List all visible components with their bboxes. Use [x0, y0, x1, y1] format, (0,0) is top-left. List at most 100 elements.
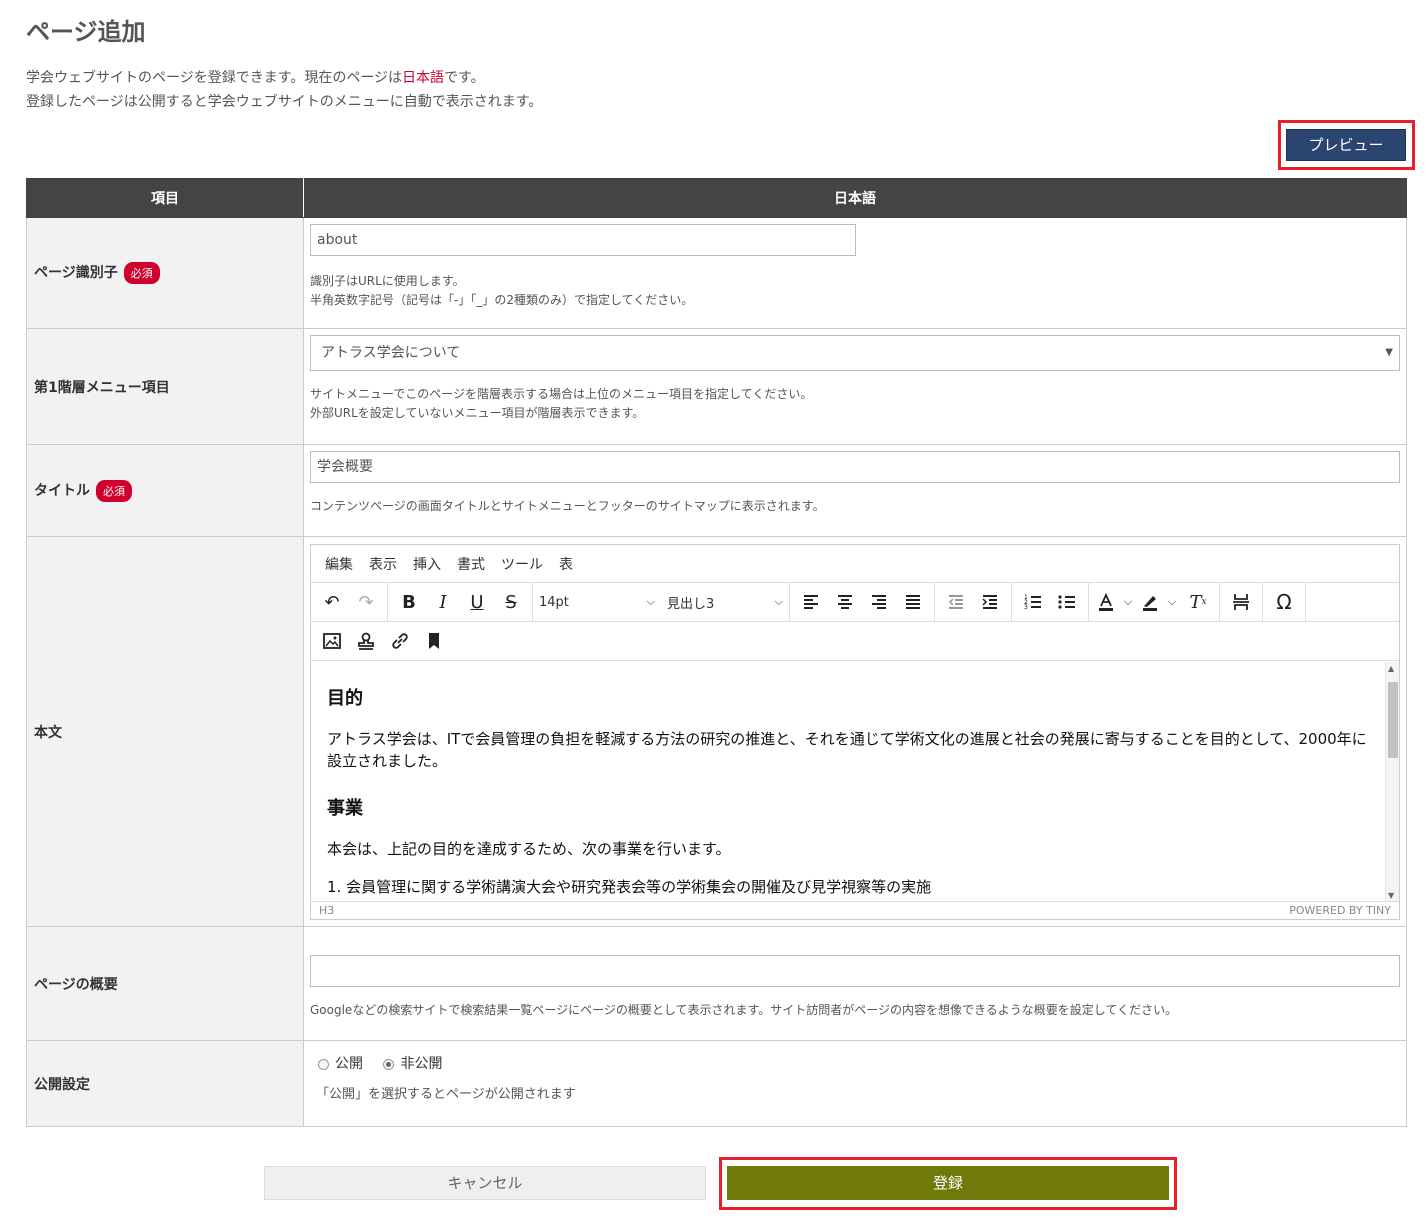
- editor-scrollbar[interactable]: ▲ ▼: [1385, 662, 1399, 902]
- block-format-value: 見出し3: [667, 596, 715, 612]
- title-input[interactable]: 学会概要: [310, 451, 1400, 483]
- title-help: コンテンツページの画面タイトルとサイトメニューとフッターのサイトマップに表示され…: [310, 499, 825, 513]
- summary-input[interactable]: [310, 955, 1400, 987]
- summary-help: Googleなどの検索サイトで検索結果一覧ページにページの概要として表示されます…: [310, 1003, 1178, 1017]
- align-left-icon[interactable]: [794, 587, 828, 617]
- content-list-item-1: 1. 会員管理に関する学術講演大会や研究発表会等の学術集会の開催及び見学視察等の…: [327, 878, 932, 896]
- menu-insert[interactable]: 挿入: [413, 554, 441, 574]
- bookmark-icon[interactable]: [417, 626, 451, 656]
- bullet-list-icon[interactable]: [1050, 587, 1084, 617]
- summary-label: ページの概要: [34, 976, 118, 993]
- identifier-input[interactable]: about: [310, 224, 856, 256]
- dropdown-arrow-icon: ▼: [1385, 347, 1393, 358]
- identifier-help-2: 半角英数字記号（記号は「-」「_」の2種類のみ）で指定してください。: [310, 293, 694, 307]
- intro-line1-post: です。: [444, 70, 485, 86]
- page-title: ページ追加: [26, 18, 146, 46]
- radio-public[interactable]: [318, 1058, 329, 1070]
- intro-line1-pre: 学会ウェブサイトのページを登録できます。現在のページは: [26, 70, 403, 86]
- chevron-down-icon: ⌵: [774, 595, 783, 608]
- parent-menu-selected: アトラス学会について: [321, 345, 461, 361]
- cancel-button[interactable]: キャンセル: [264, 1166, 706, 1200]
- content-heading-1: 目的: [327, 688, 363, 709]
- scroll-up-icon[interactable]: ▲: [1388, 664, 1394, 673]
- menu-table[interactable]: 表: [559, 554, 573, 574]
- submit-button[interactable]: 登録: [727, 1166, 1169, 1200]
- content-paragraph-2: 本会は、上記の目的を達成するため、次の事業を行います。: [327, 840, 731, 858]
- editor-toolbar-row2: [311, 622, 1399, 661]
- powered-by[interactable]: POWERED BY TINY: [1289, 904, 1391, 917]
- editor-menubar: 編集 表示 挿入 書式 ツール 表: [311, 545, 1399, 583]
- menu-edit[interactable]: 編集: [325, 554, 353, 574]
- align-right-icon[interactable]: [862, 587, 896, 617]
- text-color-icon[interactable]: [1093, 587, 1119, 617]
- font-size-dropdown[interactable]: 14pt ⌵: [533, 595, 661, 610]
- element-path[interactable]: H3: [319, 904, 334, 917]
- special-char-icon[interactable]: Ω: [1267, 587, 1301, 617]
- chevron-down-icon[interactable]: ⌵: [1163, 587, 1181, 617]
- title-value-cell: 学会概要 コンテンツページの画面タイトルとサイトメニューとフッターのサイトマップ…: [303, 444, 1407, 537]
- outdent-icon[interactable]: [939, 587, 973, 617]
- chevron-down-icon[interactable]: ⌵: [1119, 587, 1137, 617]
- identifier-value-cell: about 識別子はURLに使用します。 半角英数字記号（記号は「-」「_」の2…: [303, 217, 1407, 329]
- content-paragraph-1: アトラス学会は、ITで会員管理の負担を軽減する方法の研究の推進と、それを通じて学…: [327, 730, 1367, 770]
- title-label-cell: タイトル 必須: [26, 444, 304, 537]
- clear-format-icon[interactable]: Tx: [1181, 587, 1215, 617]
- highlight-color-icon[interactable]: [1137, 587, 1163, 617]
- radio-private-label[interactable]: 非公開: [400, 1056, 442, 1072]
- summary-value-cell: Googleなどの検索サイトで検索結果一覧ページにページの概要として表示されます…: [303, 926, 1407, 1041]
- page-break-icon[interactable]: [1224, 587, 1258, 617]
- editor-content-area[interactable]: 目的 アトラス学会は、ITで会員管理の負担を軽減する方法の研究の推進と、それを通…: [311, 662, 1385, 902]
- menu-view[interactable]: 表示: [369, 554, 397, 574]
- menu-help-1: サイトメニューでこのページを階層表示する場合は上位のメニュー項目を指定してくださ…: [310, 387, 813, 401]
- identifier-help-1: 識別子はURLに使用します。: [310, 274, 465, 288]
- publish-label-cell: 公開設定: [26, 1040, 304, 1127]
- strikethrough-icon[interactable]: S: [494, 587, 528, 617]
- required-badge: 必須: [123, 262, 160, 284]
- intro-text: 学会ウェブサイトのページを登録できます。現在のページは日本語です。 登録したペー…: [26, 66, 542, 114]
- column-header-item: 項目: [26, 178, 304, 218]
- numbered-list-icon[interactable]: 123: [1016, 587, 1050, 617]
- preview-button[interactable]: プレビュー: [1286, 129, 1406, 161]
- undo-icon[interactable]: ↶: [315, 587, 349, 617]
- align-justify-icon[interactable]: [896, 587, 930, 617]
- editor-toolbar: ↶ ↷ B I U S 14pt ⌵ 見出し3 ⌵ 1 2 3 ⌵ ⌵ T x …: [311, 583, 1399, 622]
- chevron-down-icon: ⌵: [646, 595, 655, 608]
- body-label-cell: 本文: [26, 536, 304, 927]
- redo-icon[interactable]: ↷: [349, 587, 383, 617]
- radio-public-label[interactable]: 公開: [335, 1056, 363, 1072]
- scrollbar-thumb[interactable]: [1388, 682, 1398, 758]
- scroll-down-icon[interactable]: ▼: [1388, 891, 1394, 900]
- indent-icon[interactable]: [973, 587, 1007, 617]
- italic-icon[interactable]: I: [426, 587, 460, 617]
- rich-text-editor: 編集 表示 挿入 書式 ツール 表 ↶ ↷ B I U S 14pt ⌵ 見出し…: [310, 544, 1400, 920]
- menu-format[interactable]: 書式: [457, 554, 485, 574]
- menu-help-2: 外部URLを設定していないメニュー項目が階層表示できます。: [310, 406, 645, 420]
- bold-icon[interactable]: B: [392, 587, 426, 617]
- menu-value-cell: アトラス学会について ▼ サイトメニューでこのページを階層表示する場合は上位のメ…: [303, 328, 1407, 445]
- intro-current-language: 日本語: [402, 70, 445, 86]
- radio-private[interactable]: [383, 1058, 395, 1070]
- parent-menu-select[interactable]: アトラス学会について ▼: [310, 335, 1400, 371]
- title-label: タイトル: [34, 482, 90, 499]
- required-badge: 必須: [96, 479, 132, 502]
- body-label: 本文: [34, 724, 62, 741]
- menu-tools[interactable]: ツール: [501, 554, 543, 574]
- publish-value-cell: 公開 非公開 「公開」を選択するとページが公開されます: [303, 1040, 1407, 1127]
- image-icon[interactable]: [315, 626, 349, 656]
- link-icon[interactable]: [383, 626, 417, 656]
- intro-line2: 登録したページは公開すると学会ウェブサイトのメニューに自動で表示されます。: [26, 94, 543, 110]
- column-header-language: 日本語: [303, 178, 1407, 218]
- menu-label: 第1階層メニュー項目: [34, 379, 170, 396]
- align-center-icon[interactable]: [828, 587, 862, 617]
- underline-icon[interactable]: U: [460, 587, 494, 617]
- content-heading-2: 事業: [327, 798, 363, 819]
- publish-label: 公開設定: [34, 1076, 90, 1093]
- menu-label-cell: 第1階層メニュー項目: [26, 328, 304, 445]
- body-value-cell: 編集 表示 挿入 書式 ツール 表 ↶ ↷ B I U S 14pt ⌵ 見出し…: [303, 536, 1407, 927]
- summary-label-cell: ページの概要: [26, 926, 304, 1041]
- block-format-dropdown[interactable]: 見出し3 ⌵: [661, 593, 789, 612]
- font-size-value: 14pt: [539, 594, 569, 610]
- stamp-icon[interactable]: [349, 626, 383, 656]
- svg-text:3: 3: [1024, 604, 1028, 611]
- identifier-label: ページ識別子: [34, 265, 118, 281]
